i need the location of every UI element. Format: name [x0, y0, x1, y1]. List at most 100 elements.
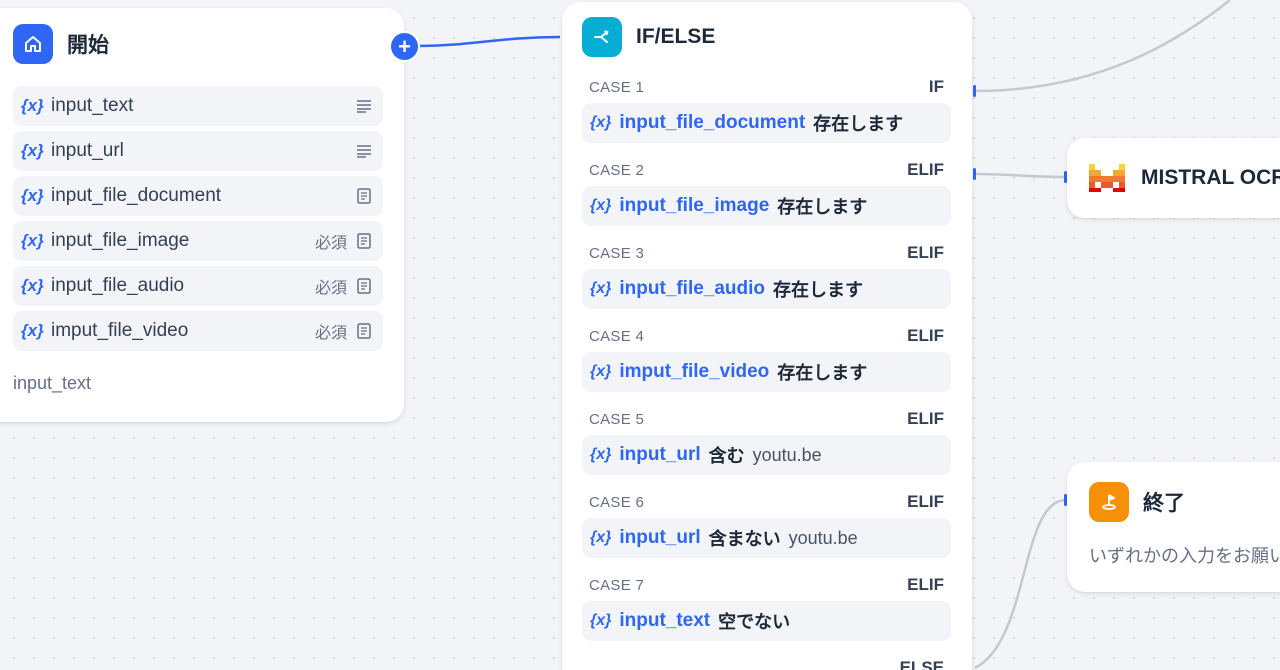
- start-variable-list: {x} input_text {x} input_url {x} input_file_d…: [13, 86, 384, 351]
- home-icon: [13, 24, 53, 64]
- ifelse-node[interactable]: IF/ELSE CASE 1 IF {x} input_file_document 存在…: [562, 2, 972, 670]
- case-keyword: ELIF: [907, 326, 944, 345]
- start-variable-row[interactable]: {x} input_url: [13, 131, 383, 171]
- variable-icon: {x}: [21, 141, 44, 160]
- case-condition[interactable]: {x} input_file_image 存在します: [582, 186, 951, 226]
- variable-icon: {x}: [21, 276, 44, 295]
- case-keyword: IF: [928, 77, 944, 96]
- condition-value: youtu.be: [752, 444, 822, 465]
- case-list: CASE 1 IF {x} input_file_document 存在します CASE …: [582, 71, 952, 641]
- start-variable-row[interactable]: {x} input_file_document: [13, 176, 383, 216]
- end-node-description: いずれかの入力をお願いします: [1089, 546, 1280, 566]
- start-variable-row[interactable]: {x} input_file_audio 必須: [13, 266, 383, 306]
- variable-icon: {x}: [590, 280, 612, 297]
- case-condition[interactable]: {x} imput_file_video 存在します: [582, 352, 951, 392]
- case-item: CASE 3 ELIF {x} input_file_audio 存在します: [582, 237, 952, 309]
- case-condition[interactable]: {x} input_file_audio 存在します: [582, 269, 951, 309]
- variable-icon: {x}: [590, 197, 612, 214]
- variable-icon: {x}: [21, 96, 44, 115]
- paragraph-icon: [355, 97, 373, 115]
- condition-variable: input_text: [619, 610, 711, 631]
- variable-icon: {x}: [590, 446, 612, 463]
- condition-operator: 存在します: [813, 114, 904, 134]
- required-label: 必須: [314, 280, 347, 297]
- condition-variable: input_file_audio: [619, 278, 766, 299]
- condition-variable: input_file_document: [619, 112, 806, 133]
- condition-variable: imput_file_video: [619, 361, 770, 382]
- condition-operator: 存在します: [773, 280, 864, 300]
- mistral-node-title: MISTRAL OCR: [1141, 166, 1280, 189]
- case-header: CASE 3 ELIF: [582, 237, 952, 269]
- condition-operator: 空でない: [718, 612, 791, 632]
- else-row: ELSE: [582, 652, 952, 670]
- condition-operator: 存在します: [777, 197, 868, 217]
- else-keyword: ELSE: [899, 658, 944, 670]
- case-item: CASE 2 ELIF {x} input_file_image 存在します: [582, 154, 952, 226]
- variable-icon: {x}: [590, 612, 612, 629]
- edge-case2-mistral: [974, 172, 1067, 179]
- start-variable-row[interactable]: {x} imput_file_video 必須: [13, 311, 383, 351]
- end-node-title: 終了: [1143, 492, 1185, 515]
- case-label: CASE 4: [589, 327, 645, 345]
- case-label: CASE 2: [589, 161, 645, 179]
- paragraph-icon: [355, 142, 373, 160]
- case-header: CASE 1 IF: [582, 71, 952, 103]
- case-item: CASE 6 ELIF {x} input_url 含まない youtu.be: [582, 486, 952, 558]
- edge-else-end: [974, 498, 1067, 670]
- start-footer-text: input_text: [13, 373, 92, 393]
- condition-variable: input_file_image: [619, 195, 770, 216]
- case-condition[interactable]: {x} input_url 含まない youtu.be: [582, 518, 951, 558]
- case-item: CASE 4 ELIF {x} imput_file_video 存在します: [582, 320, 952, 392]
- mistral-logo: [1089, 164, 1125, 192]
- case-keyword: ELIF: [907, 160, 944, 179]
- required-label: 必須: [314, 235, 347, 252]
- case-label: CASE 6: [589, 493, 645, 511]
- variable-icon: {x}: [21, 186, 44, 205]
- variable-name: input_url: [51, 140, 124, 161]
- case-header: CASE 5 ELIF: [582, 403, 952, 435]
- case-condition[interactable]: {x} input_text 空でない: [582, 601, 951, 641]
- case-header: CASE 2 ELIF: [582, 154, 952, 186]
- case-item: CASE 1 IF {x} input_file_document 存在します: [582, 71, 952, 143]
- ifelse-node-title: IF/ELSE: [636, 25, 716, 48]
- condition-operator: 含む: [708, 446, 745, 466]
- case-header: CASE 6 ELIF: [582, 486, 952, 518]
- variable-icon: {x}: [590, 363, 612, 380]
- case-condition[interactable]: {x} input_url 含む youtu.be: [582, 435, 951, 475]
- start-node-title: 開始: [67, 34, 109, 57]
- mistral-ocr-node[interactable]: MISTRAL OCR: [1067, 138, 1280, 218]
- case-condition[interactable]: {x} input_file_document 存在します: [582, 103, 951, 143]
- case-label: CASE 3: [589, 244, 645, 262]
- edge-case1-out: [974, 0, 1231, 93]
- variable-icon: {x}: [590, 114, 612, 131]
- variable-name: imput_file_video: [51, 320, 189, 341]
- start-node[interactable]: 開始 {x} input_text {x} input_url {x} input_fil…: [0, 8, 404, 422]
- case-header: CASE 4 ELIF: [582, 320, 952, 352]
- case-keyword: ELIF: [907, 409, 944, 428]
- variable-icon: {x}: [590, 529, 612, 546]
- edge-start-ifelse: [417, 35, 561, 48]
- case2-source-handle[interactable]: [973, 168, 976, 180]
- start-variable-row[interactable]: {x} input_text: [13, 86, 383, 126]
- case-item: CASE 7 ELIF {x} input_text 空でない: [582, 569, 952, 641]
- start-variable-row[interactable]: {x} input_file_image 必須: [13, 221, 383, 261]
- case-keyword: ELIF: [907, 243, 944, 262]
- case-item: CASE 5 ELIF {x} input_url 含む youtu.be: [582, 403, 952, 475]
- flag-icon: [1089, 482, 1129, 522]
- variable-icon: {x}: [21, 321, 44, 340]
- case-keyword: ELIF: [907, 492, 944, 511]
- add-node-button[interactable]: +: [391, 33, 418, 60]
- required-label: 必須: [314, 325, 347, 342]
- condition-operator: 存在します: [777, 363, 868, 383]
- variable-name: input_file_document: [51, 185, 222, 206]
- document-icon: [355, 322, 373, 340]
- condition-operator: 含まない: [708, 529, 781, 549]
- case1-source-handle[interactable]: [973, 85, 976, 97]
- case-label: CASE 7: [589, 576, 645, 594]
- case-keyword: ELIF: [907, 575, 944, 594]
- document-icon: [355, 232, 373, 250]
- case-label: CASE 1: [589, 78, 645, 96]
- variable-icon: {x}: [21, 231, 44, 250]
- end-node[interactable]: 終了 いずれかの入力をお願いします: [1067, 462, 1280, 592]
- condition-value: youtu.be: [788, 527, 858, 548]
